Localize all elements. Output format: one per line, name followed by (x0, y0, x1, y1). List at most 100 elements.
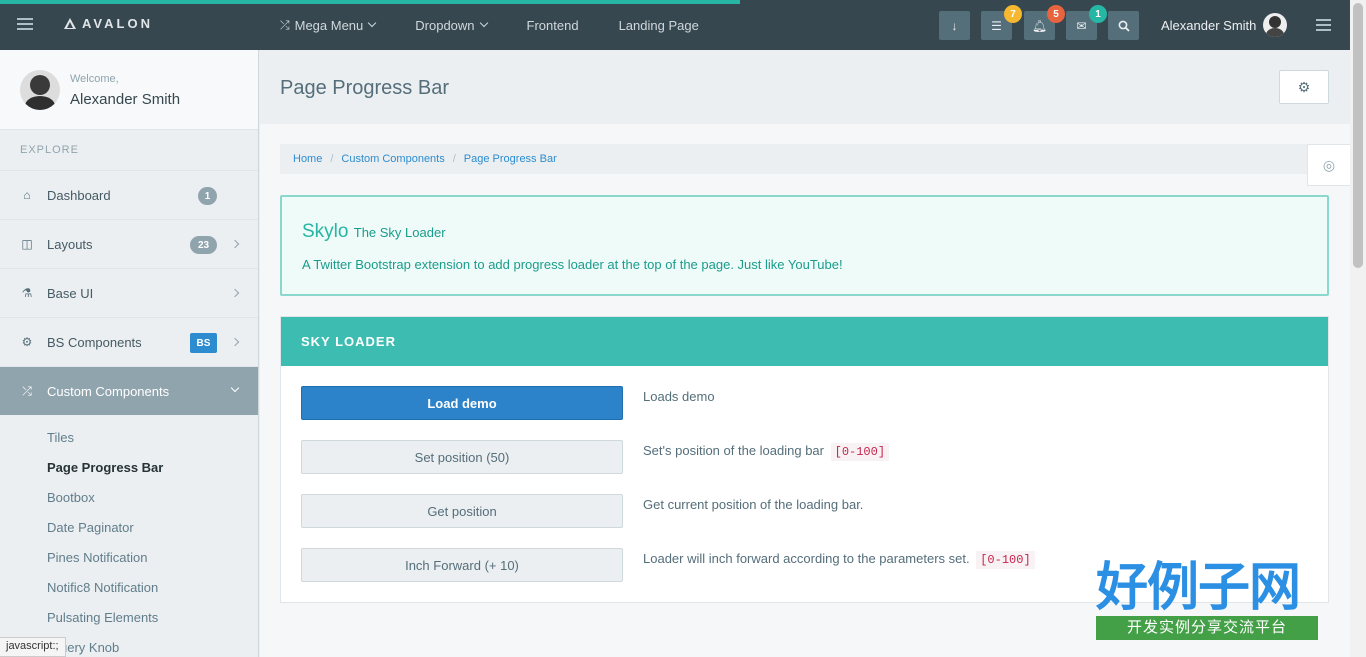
messages-badge: 1 (1089, 5, 1107, 23)
submenu-item-pines-notification[interactable]: Pines Notification (0, 543, 258, 573)
shuffle-icon: ⤮ (22, 383, 32, 398)
row-description: Loads demo (643, 388, 715, 406)
alert-subtitle: The Sky Loader (353, 225, 446, 240)
user-name: Alexander Smith (1161, 17, 1257, 33)
list-icon: ☰ (991, 18, 1002, 33)
sidebar-item-custom-components[interactable]: ⤮ Custom Components (0, 366, 258, 415)
flask-icon: ⚗ (21, 286, 33, 300)
sidebar-item-label: Layouts (47, 236, 93, 252)
sidebar-item-label: BS Components (47, 334, 142, 350)
submenu-item-date-paginator[interactable]: Date Paginator (0, 513, 258, 543)
breadcrumb-separator: / (452, 153, 456, 165)
sidebar-item-label: Base UI (47, 285, 94, 301)
breadcrumb-home[interactable]: Home (293, 153, 322, 165)
breadcrumb-custom-components[interactable]: Custom Components (341, 153, 444, 165)
chevron-right-icon (230, 239, 240, 249)
columns-icon: ◫ (21, 237, 33, 251)
top-navbar: AVALON ⤮ Mega Menu Dropdown Frontend Land… (0, 0, 1350, 50)
sidebar-item-base-ui[interactable]: ⚗ Base UI (0, 268, 258, 317)
description-text: Get current position of the loading bar. (643, 497, 864, 512)
nav-mega-menu[interactable]: ⤮ Mega Menu (280, 17, 377, 33)
get-position-button[interactable]: Get position (301, 494, 623, 528)
welcome-text: Welcome, (70, 73, 119, 85)
row-description: Loader will inch forward according to th… (643, 550, 1035, 569)
submenu-item-page-progress-bar[interactable]: Page Progress Bar (0, 453, 258, 483)
nav-label: Mega Menu (294, 17, 364, 33)
nav-label: Landing Page (618, 17, 699, 33)
submenu-item-pulsating-elements[interactable]: Pulsating Elements (0, 603, 258, 633)
avatar (1263, 13, 1288, 37)
row-description: Set's position of the loading bar [0-100… (643, 442, 890, 461)
page-scrollbar[interactable] (1350, 0, 1366, 657)
sidebar-user-name: Alexander Smith (70, 91, 181, 108)
triangle-logo-icon (64, 18, 76, 29)
count-badge: 1 (198, 187, 217, 205)
cogs-icon: ⚙ (21, 335, 33, 349)
download-button[interactable]: ↓ (939, 11, 970, 40)
sidebar-user-panel: Welcome, Alexander Smith (0, 50, 258, 130)
shuffle-icon: ⤮ (280, 17, 290, 32)
home-icon: ⌂ (23, 188, 31, 202)
range-code: [0-100] (830, 443, 890, 461)
bell-icon: 🔔︎ (1031, 18, 1048, 33)
tasks-button[interactable]: ☰ 7 (981, 5, 1022, 40)
sidebar-section-label: EXPLORE (20, 144, 79, 156)
submenu-item-bootbox[interactable]: Bootbox (0, 483, 258, 513)
gear-icon: ⚙ (1297, 78, 1311, 95)
nav-dropdown[interactable]: Dropdown (415, 17, 488, 33)
sidebar-item-label: Custom Components (47, 383, 170, 399)
watermark-logo: 好例子网 开发实例分享交流平台 (1096, 560, 1318, 640)
browser-status-bar: javascript:; (0, 637, 66, 657)
watermark-subtitle: 开发实例分享交流平台 (1096, 616, 1318, 640)
alert-title-text: Skylo (302, 221, 349, 242)
panel-title: SKY LOADER (281, 317, 1328, 366)
page-header: Page Progress Bar ⚙ (260, 50, 1350, 124)
nav-landing-page[interactable]: Landing Page (619, 18, 699, 33)
tasks-badge: 7 (1004, 5, 1022, 23)
search-icon (1118, 20, 1130, 32)
settings-button[interactable]: ⚙ (1279, 70, 1329, 104)
sidebar-item-label: Dashboard (47, 187, 111, 203)
description-text: Loader will inch forward according to th… (643, 551, 970, 566)
notifications-button[interactable]: 🔔︎ 5 (1024, 5, 1065, 40)
alert-text: A Twitter Bootstrap extension to add pro… (302, 257, 843, 272)
breadcrumb-current[interactable]: Page Progress Bar (464, 153, 557, 165)
right-sidebar-toggle-icon[interactable] (1316, 19, 1331, 34)
description-text: Set's position of the loading bar (643, 443, 824, 458)
brand-logo[interactable]: AVALON (64, 16, 153, 31)
breadcrumb-separator: / (330, 153, 334, 165)
sidebar-item-dashboard[interactable]: ⌂ Dashboard 1 (0, 170, 258, 219)
brand-name: AVALON (82, 16, 153, 31)
alert-title: Skylo The Sky Loader (302, 221, 446, 243)
nav-label: Dropdown (415, 17, 475, 33)
chevron-down-icon (230, 383, 240, 393)
range-code: [0-100] (976, 551, 1035, 569)
sidebar-submenu: Tiles Page Progress Bar Bootbox Date Pag… (0, 415, 258, 657)
submenu-item-notific8-notification[interactable]: Notific8 Notification (0, 573, 258, 603)
scrollbar-thumb[interactable] (1353, 3, 1363, 268)
avatar[interactable] (20, 70, 60, 110)
bs-tag-badge: BS (190, 333, 217, 353)
nav-frontend[interactable]: Frontend (527, 18, 579, 33)
theme-settings-tab[interactable]: ◎ (1307, 144, 1350, 186)
chevron-right-icon (230, 337, 240, 347)
palette-icon: ◎ (1322, 156, 1336, 173)
chevron-right-icon (230, 288, 240, 298)
top-nav: ⤮ Mega Menu Dropdown Frontend Landing Pag… (280, 0, 739, 50)
sidebar-toggle-icon[interactable] (17, 18, 33, 30)
messages-button[interactable]: ✉ 1 (1066, 5, 1107, 40)
set-position-button[interactable]: Set position (50) (301, 440, 623, 474)
search-button[interactable] (1108, 11, 1139, 40)
load-demo-button[interactable]: Load demo (301, 386, 623, 420)
sidebar-item-bs-components[interactable]: ⚙ BS Components BS (0, 317, 258, 366)
user-menu[interactable]: Alexander Smith (1161, 0, 1288, 50)
inch-forward-button[interactable]: Inch Forward (+ 10) (301, 548, 623, 582)
breadcrumb: Home / Custom Components / Page Progress… (280, 144, 1329, 174)
submenu-item-tiles[interactable]: Tiles (0, 423, 258, 453)
count-badge: 23 (190, 236, 217, 254)
info-alert: Skylo The Sky Loader A Twitter Bootstrap… (280, 195, 1329, 296)
chevron-down-icon (368, 18, 377, 28)
description-text: Loads demo (643, 389, 715, 404)
chevron-down-icon (479, 18, 488, 28)
sidebar-item-layouts[interactable]: ◫ Layouts 23 (0, 219, 258, 268)
